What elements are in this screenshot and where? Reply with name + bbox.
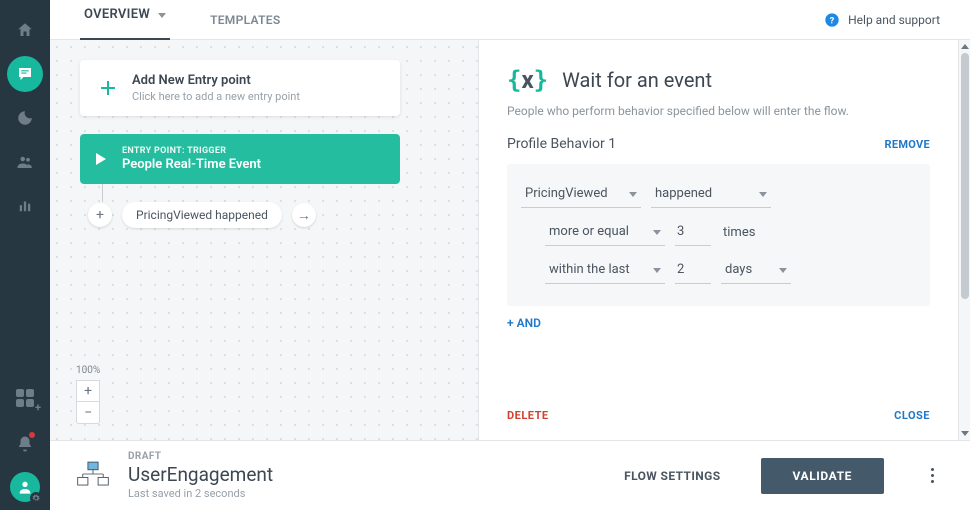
more-menu-button[interactable] xyxy=(920,468,944,483)
scroll-thumb[interactable] xyxy=(961,53,969,299)
count-unit-label: times xyxy=(721,219,757,246)
zoom-out-button[interactable]: − xyxy=(76,402,100,424)
side-panel: {x} Wait for an event People who perform… xyxy=(478,40,958,440)
verb-select[interactable]: happened xyxy=(651,180,771,208)
play-icon xyxy=(96,153,106,165)
notification-dot xyxy=(29,432,35,438)
flow-status: DRAFT xyxy=(128,451,606,462)
zoom-level: 100% xyxy=(76,365,100,376)
help-link[interactable]: ? Help and support xyxy=(824,12,940,28)
tab-templates[interactable]: TEMPLATES xyxy=(210,1,280,39)
event-icon: {x} xyxy=(507,66,548,94)
svg-text:?: ? xyxy=(830,15,835,26)
window-select[interactable]: within the last xyxy=(545,256,665,284)
add-step-button[interactable]: + xyxy=(88,203,112,227)
nav-analytics[interactable] xyxy=(7,188,43,224)
window-count-input[interactable] xyxy=(675,256,711,284)
nav-people[interactable] xyxy=(7,144,43,180)
nav-moon[interactable] xyxy=(7,100,43,136)
top-nav: OVERVIEW TEMPLATES ? Help and support xyxy=(50,0,970,40)
panel-description: People who perform behavior specified be… xyxy=(507,104,930,118)
add-entry-title: Add New Entry point xyxy=(132,73,300,88)
connector-line xyxy=(102,184,103,202)
next-step-button[interactable]: → xyxy=(292,203,316,227)
event-select[interactable]: PricingViewed xyxy=(521,180,641,208)
help-icon: ? xyxy=(824,12,840,28)
help-label: Help and support xyxy=(848,13,940,27)
behavior-title: Profile Behavior 1 xyxy=(507,136,616,152)
scrollbar[interactable] xyxy=(958,40,970,440)
left-nav: + xyxy=(0,0,50,510)
nav-notifications[interactable] xyxy=(7,426,43,462)
flow-icon xyxy=(76,460,110,492)
flow-canvas[interactable]: Add New Entry point Click here to add a … xyxy=(50,40,478,440)
footer-bar: DRAFT UserEngagement Last saved in 2 sec… xyxy=(50,440,970,510)
delete-button[interactable]: DELETE xyxy=(507,409,549,422)
plus-icon: + xyxy=(35,401,41,414)
nav-profile[interactable] xyxy=(10,472,40,502)
flow-settings-button[interactable]: FLOW SETTINGS xyxy=(624,469,720,483)
condition-chip[interactable]: PricingViewed happened xyxy=(122,202,282,228)
scroll-up-icon[interactable] xyxy=(961,44,969,49)
zoom-control: 100% + − xyxy=(76,365,100,424)
trigger-node[interactable]: ENTRY POINT: TRIGGER People Real-Time Ev… xyxy=(80,134,400,184)
behavior-rule-box: PricingViewed happened more or equal tim… xyxy=(507,164,930,306)
comparator-select[interactable]: more or equal xyxy=(545,218,665,246)
nav-home[interactable] xyxy=(7,12,43,48)
trigger-title: People Real-Time Event xyxy=(122,157,261,172)
scroll-down-icon[interactable] xyxy=(961,431,969,436)
panel-title: Wait for an event xyxy=(562,68,712,92)
gear-icon xyxy=(30,492,42,504)
last-saved: Last saved in 2 seconds xyxy=(128,487,606,500)
add-entry-subtitle: Click here to add a new entry point xyxy=(132,90,300,103)
count-input[interactable] xyxy=(675,218,711,246)
plus-icon xyxy=(94,76,122,100)
remove-button[interactable]: REMOVE xyxy=(884,138,930,151)
close-button[interactable]: CLOSE xyxy=(894,409,930,422)
window-unit-select[interactable]: days xyxy=(721,256,791,284)
tab-overview[interactable]: OVERVIEW xyxy=(80,1,170,40)
add-and-button[interactable]: + AND xyxy=(507,316,930,330)
nav-apps[interactable]: + xyxy=(7,380,43,416)
zoom-in-button[interactable]: + xyxy=(76,380,100,402)
validate-button[interactable]: VALIDATE xyxy=(761,458,884,494)
flow-name[interactable]: UserEngagement xyxy=(128,463,606,486)
add-entry-point-card[interactable]: Add New Entry point Click here to add a … xyxy=(80,60,400,116)
trigger-label: ENTRY POINT: TRIGGER xyxy=(122,146,261,156)
nav-flows[interactable] xyxy=(7,56,43,92)
